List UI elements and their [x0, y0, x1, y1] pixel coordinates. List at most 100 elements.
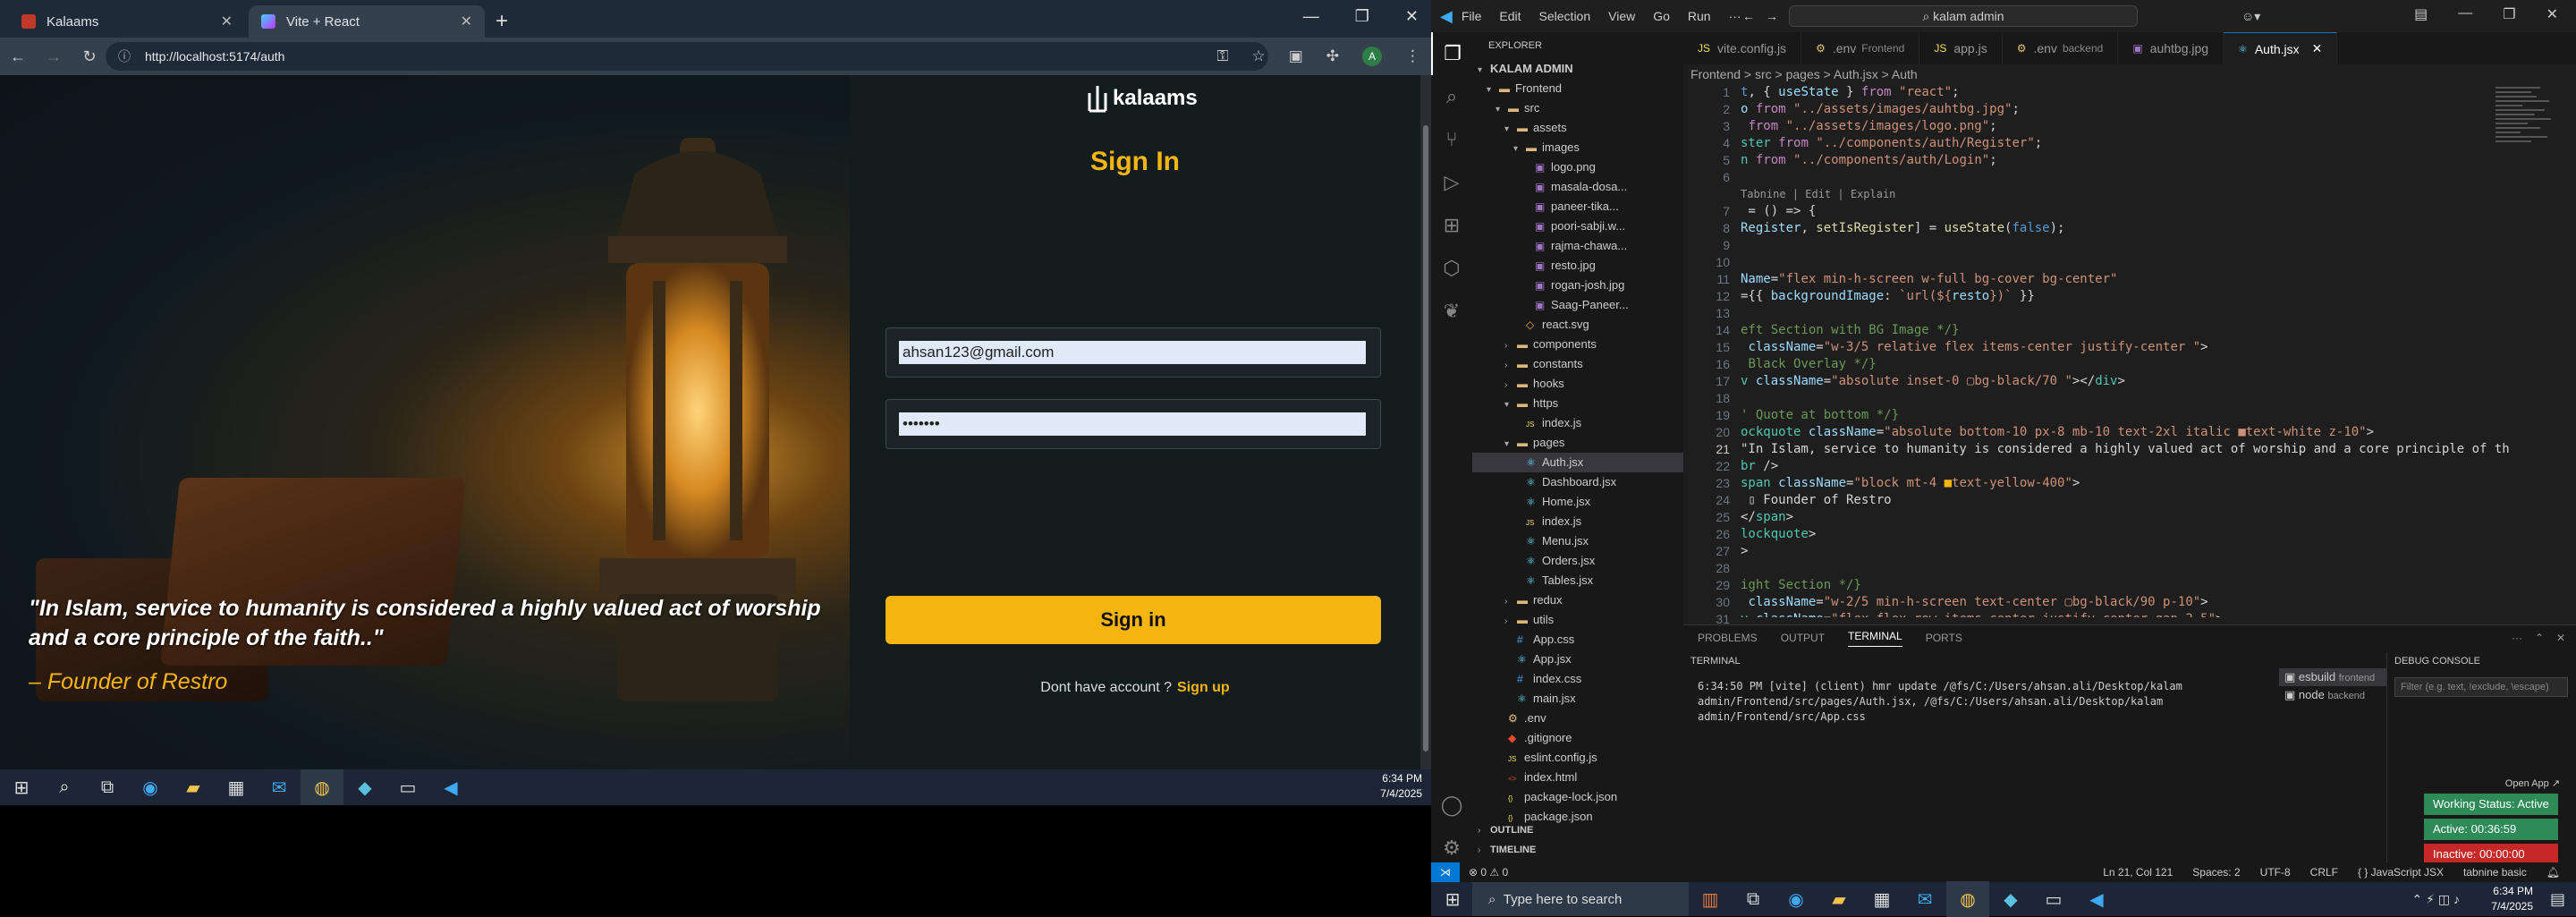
explorer-icon[interactable]: ❐ — [1431, 32, 1472, 75]
taskbar-clock[interactable]: 6:34 PM 7/4/2025 — [2491, 884, 2533, 914]
tree-item[interactable]: ◇ react.svg — [1472, 315, 1683, 335]
browser-menu-icon[interactable]: ⋮ — [1405, 47, 1420, 65]
puzzle-extensions-icon[interactable]: ✣ — [1326, 47, 1339, 65]
tree-item[interactable]: JS index.js — [1472, 413, 1683, 433]
vscode-icon[interactable]: ◀ — [2075, 881, 2118, 917]
maximize-panel-icon[interactable]: ⌃ — [2535, 632, 2544, 644]
line-ending[interactable]: CRLF — [2310, 862, 2338, 882]
reload-icon[interactable]: ↻ — [72, 47, 107, 66]
terminal-pane[interactable]: TERMINAL 6:34:50 PM [vite] (client) hmr … — [1683, 652, 2279, 863]
accounts-icon[interactable]: ◯ — [1431, 784, 1472, 827]
back-icon[interactable]: ← — [0, 47, 36, 66]
email-field[interactable] — [899, 341, 1366, 364]
menu-more[interactable]: ··· — [1729, 9, 1741, 23]
tree-item[interactable]: ▾ ▬ images — [1472, 138, 1683, 157]
mongodb-icon[interactable]: ❦ — [1431, 290, 1472, 333]
close-tab-icon[interactable]: ✕ — [2312, 41, 2323, 56]
minimize-icon[interactable]: — — [2458, 5, 2472, 23]
forward-icon[interactable]: → — [36, 47, 72, 66]
encoding[interactable]: UTF-8 — [2260, 862, 2291, 882]
app-icon[interactable]: ◆ — [1989, 881, 2032, 917]
run-debug-icon[interactable]: ▷ — [1431, 161, 1472, 204]
close-tab-icon[interactable]: ✕ — [461, 13, 472, 30]
tab-problems[interactable]: PROBLEMS — [1698, 632, 1758, 644]
file-explorer-icon[interactable]: ▰ — [172, 769, 215, 805]
close-icon[interactable]: ✕ — [1405, 7, 1419, 26]
debug-filter-input[interactable]: Filter (e.g. text, !exclude, \escape) — [2394, 677, 2568, 697]
tree-item[interactable]: {} package-lock.json — [1472, 787, 1683, 807]
editor-tab[interactable]: ▣ auhtbg.jpg — [2118, 32, 2224, 64]
menu-selection[interactable]: Selection — [1539, 9, 1591, 23]
tree-item[interactable]: › ▬ components — [1472, 335, 1683, 354]
password-field[interactable] — [899, 412, 1366, 436]
tree-item[interactable]: ▣ poori-sabji.w... — [1472, 217, 1683, 236]
terminal-icon[interactable]: ▭ — [2032, 881, 2075, 917]
browser-tab-vite-react[interactable]: Vite + React ✕ — [249, 5, 485, 38]
tree-item[interactable]: ▣ logo.png — [1472, 157, 1683, 177]
extension-icon[interactable]: ▣ — [1289, 47, 1303, 65]
task-view-icon[interactable]: ⧉ — [86, 769, 129, 805]
terminal-icon[interactable]: ▭ — [386, 769, 429, 805]
browser-tab-kalaams[interactable]: Kalaams ✕ — [9, 5, 245, 38]
tab-ports[interactable]: PORTS — [1926, 632, 1962, 644]
tree-item[interactable]: › ▬ redux — [1472, 590, 1683, 610]
search-icon[interactable]: ⌕ — [43, 769, 86, 805]
address-bar[interactable]: ⓘ http://localhost:5174/auth — [106, 42, 1268, 71]
tree-item[interactable]: ⚛ Auth.jsx — [1472, 453, 1683, 472]
tabnine-status[interactable]: tabnine basic — [2463, 862, 2527, 882]
problems-count[interactable]: ⊗ 0 ⚠ 0 — [1469, 866, 1508, 879]
tree-item[interactable]: ▣ Saag-Paneer... — [1472, 295, 1683, 315]
edge-icon[interactable]: ◉ — [129, 769, 172, 805]
tree-item[interactable]: ⚛ main.jsx — [1472, 689, 1683, 709]
maximize-icon[interactable]: ❐ — [1355, 7, 1369, 26]
open-app-link[interactable]: Open App ↗ — [2505, 777, 2560, 789]
extensions-icon[interactable]: ⊞ — [1431, 204, 1472, 247]
menu-view[interactable]: View — [1608, 9, 1635, 23]
windows-start-icon[interactable]: ⊞ — [0, 769, 43, 805]
menu-edit[interactable]: Edit — [1499, 9, 1521, 23]
outline-section[interactable]: › OUTLINE — [1472, 819, 1683, 839]
search-icon[interactable]: ⌕ — [1431, 75, 1472, 118]
app-icon[interactable]: ◆ — [343, 769, 386, 805]
breadcrumb[interactable]: Frontend > src > pages > Auth.jsx > Auth — [1683, 64, 2488, 84]
file-explorer-icon[interactable]: ▰ — [1818, 881, 1860, 917]
remote-indicator-icon[interactable]: ⋊ — [1431, 862, 1460, 882]
close-panel-icon[interactable]: ✕ — [2556, 632, 2565, 644]
language-mode[interactable]: { } JavaScript JSX — [2358, 862, 2444, 882]
command-center-search[interactable]: ⌕ kalam admin — [1789, 5, 2138, 27]
page-scrollbar[interactable] — [1420, 75, 1431, 769]
menu-file[interactable]: File — [1462, 9, 1482, 23]
bookmark-star-icon[interactable]: ☆ — [1251, 47, 1265, 65]
tree-item[interactable]: JS index.js — [1472, 512, 1683, 531]
windows-start-icon[interactable]: ⊞ — [1431, 881, 1474, 917]
scrollbar-thumb[interactable] — [1423, 125, 1428, 751]
tree-item[interactable]: › ▬ constants — [1472, 354, 1683, 374]
nav-back-icon[interactable]: ← — [1742, 9, 1755, 23]
tree-item[interactable]: ⚙ .env — [1472, 709, 1683, 728]
tree-item[interactable]: ⚛ Home.jsx — [1472, 492, 1683, 512]
tree-item[interactable]: › ▬ hooks — [1472, 374, 1683, 394]
editor-tab[interactable]: ⚙ .env Frontend — [1801, 32, 1920, 64]
tree-item[interactable]: JS eslint.config.js — [1472, 748, 1683, 768]
tree-item[interactable]: ▣ resto.jpg — [1472, 256, 1683, 276]
mail-icon[interactable]: ✉ — [1903, 881, 1946, 917]
notifications-bell-icon[interactable]: 🔔︎ — [2546, 862, 2560, 882]
tab-output[interactable]: OUTPUT — [1781, 632, 1825, 644]
tree-item[interactable]: ▾ ▬ Frontend — [1472, 79, 1683, 98]
panel-more-icon[interactable]: ··· — [2512, 632, 2522, 644]
indentation[interactable]: Spaces: 2 — [2192, 862, 2240, 882]
tree-item[interactable]: ▣ rogan-josh.jpg — [1472, 276, 1683, 295]
tree-item[interactable]: ⚛ Menu.jsx — [1472, 531, 1683, 551]
tree-item[interactable]: ⚛ Dashboard.jsx — [1472, 472, 1683, 492]
editor-tab[interactable]: JS app.js — [1919, 32, 2003, 64]
tree-item[interactable]: ⚛ Orders.jsx — [1472, 551, 1683, 571]
new-tab-icon[interactable]: + — [496, 5, 508, 38]
terminal-item-node[interactable]: ▣ node backend — [2279, 686, 2386, 704]
tree-item[interactable]: <> index.html — [1472, 768, 1683, 787]
maximize-icon[interactable]: ❐ — [2503, 5, 2515, 23]
tree-item[interactable]: ▣ paneer-tika... — [1472, 197, 1683, 217]
timeline-section[interactable]: › TIMELINE — [1472, 839, 1683, 859]
password-key-icon[interactable]: ⚿ — [1217, 47, 1229, 65]
cursor-position[interactable]: Ln 21, Col 121 — [2103, 862, 2173, 882]
editor-tab[interactable]: JS vite.config.js — [1683, 32, 1802, 64]
